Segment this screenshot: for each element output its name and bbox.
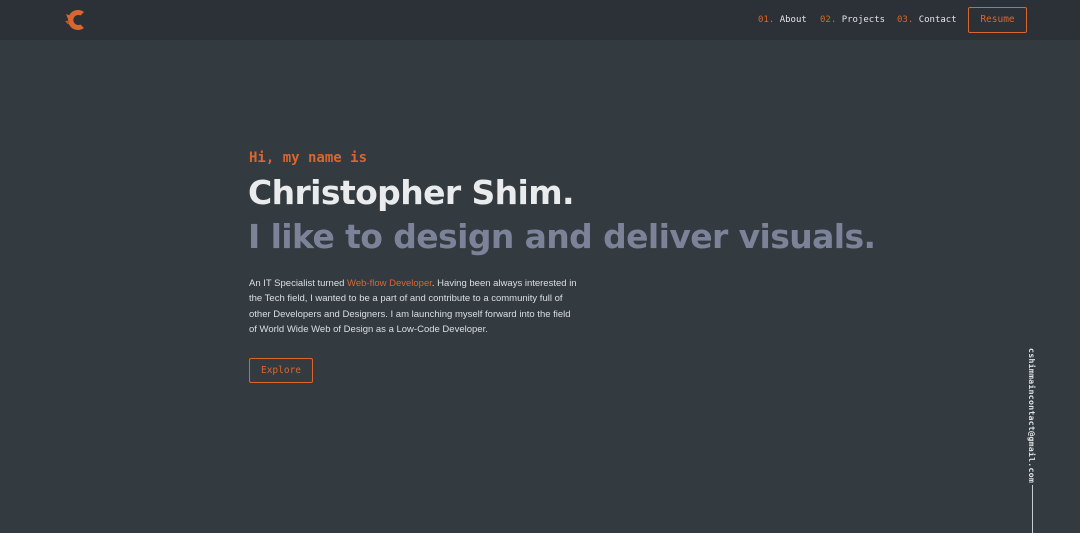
nav-number: 02. bbox=[820, 15, 837, 25]
description-text: An IT Specialist turned bbox=[249, 278, 348, 289]
hero-tagline: I like to design and deliver visuals. bbox=[248, 217, 876, 256]
nav-number: 03. bbox=[897, 15, 914, 25]
email-divider-line bbox=[1032, 485, 1033, 533]
nav-number: 01. bbox=[758, 15, 775, 25]
hero-name: Christopher Shim. bbox=[248, 173, 575, 212]
nav-link-about[interactable]: 01. About bbox=[758, 14, 807, 26]
explore-button[interactable]: Explore bbox=[249, 358, 313, 383]
webflow-developer-link[interactable]: Web-flow Developer bbox=[347, 278, 432, 289]
nav-link-projects[interactable]: 02. Projects bbox=[820, 14, 885, 26]
nav-label: About bbox=[779, 15, 807, 25]
intro-text: Hi, my name is bbox=[249, 150, 368, 166]
email-link[interactable]: cshimmaincontact@gmail.com bbox=[1027, 348, 1037, 483]
logo-icon[interactable] bbox=[62, 6, 90, 34]
hero-description: An IT Specialist turned Web-flow Develop… bbox=[249, 276, 579, 337]
navbar: 01. About 02. Projects 03. Contact Resum… bbox=[0, 0, 1080, 40]
nav-label: Contact bbox=[918, 15, 957, 25]
nav-label: Projects bbox=[841, 15, 886, 25]
nav-link-contact[interactable]: 03. Contact bbox=[897, 14, 957, 26]
resume-button[interactable]: Resume bbox=[968, 7, 1027, 33]
